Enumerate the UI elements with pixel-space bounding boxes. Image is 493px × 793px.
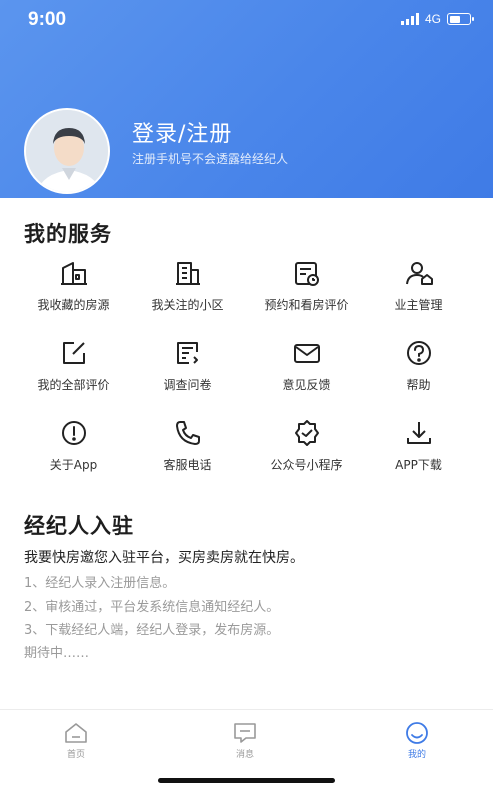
avatar[interactable] [24, 108, 110, 194]
building-icon [175, 262, 200, 285]
service-label: APP下载 [395, 458, 442, 472]
service-label: 客服电话 [163, 458, 212, 472]
home-indicator [158, 778, 335, 783]
agent-title: 经纪人入驻 [24, 514, 134, 538]
agent-step: 1、经纪人录入注册信息。 [24, 576, 176, 591]
service-appointments[interactable]: 预约和看房评价 [245, 258, 368, 336]
service-about-app[interactable]: 关于App [12, 418, 135, 496]
badge-icon [294, 420, 319, 446]
service-feedback[interactable]: 意见反馈 [245, 338, 368, 416]
profile-header: 9:00 4G 登录/注册 注册手机号不会透露给经纪人 [0, 0, 493, 198]
service-label: 我收藏的房源 [37, 298, 110, 312]
agent-step: 2、审核通过，平台发系统信息通知经纪人。 [24, 600, 280, 615]
status-bar: 9:00 4G [0, 0, 493, 40]
service-customer-phone[interactable]: 客服电话 [126, 418, 249, 496]
service-label: 预约和看房评价 [264, 298, 349, 312]
service-app-download[interactable]: APP下载 [357, 418, 480, 496]
tab-label: 消息 [235, 750, 254, 760]
info-icon [61, 421, 86, 445]
service-label: 我关注的小区 [151, 298, 224, 312]
tab-label: 我的 [407, 750, 426, 760]
network-type: 4G [424, 12, 441, 26]
help-icon [406, 341, 431, 365]
profile-icon [406, 722, 428, 744]
agent-step: 期待中…… [24, 646, 90, 661]
service-label: 公众号小程序 [270, 458, 343, 472]
service-help[interactable]: 帮助 [357, 338, 480, 416]
service-mini-program[interactable]: 公众号小程序 [245, 418, 368, 496]
service-label: 我的全部评价 [37, 378, 110, 392]
service-label: 业主管理 [394, 298, 443, 312]
house-icon [60, 262, 87, 285]
mail-icon [293, 344, 320, 363]
survey-icon [176, 342, 198, 364]
service-survey[interactable]: 调查问卷 [126, 338, 249, 416]
download-icon [406, 422, 431, 444]
phone-icon [175, 421, 200, 445]
status-indicators: 4G [400, 12, 474, 26]
signal-icon [400, 13, 419, 25]
status-time: 9:00 [28, 9, 67, 30]
service-label: 关于App [49, 458, 98, 472]
service-favorite-listings[interactable]: 我收藏的房源 [12, 258, 135, 336]
tab-messages[interactable]: 消息 [215, 720, 275, 760]
login-hint: 注册手机号不会透露给经纪人 [132, 152, 289, 166]
login-register-link[interactable]: 登录/注册 [132, 116, 232, 148]
agent-step: 3、下载经纪人端，经纪人登录，发布房源。 [24, 623, 280, 638]
tab-profile[interactable]: 我的 [387, 720, 447, 760]
battery-icon [447, 13, 474, 25]
avatar-person-icon [26, 110, 108, 192]
service-label: 调查问卷 [163, 378, 212, 392]
calendar-icon [294, 262, 319, 286]
service-followed-communities[interactable]: 我关注的小区 [126, 258, 249, 336]
tab-label: 首页 [66, 750, 85, 760]
message-icon [234, 723, 256, 743]
owner-icon [405, 262, 433, 285]
home-icon [65, 723, 87, 743]
service-label: 意见反馈 [282, 378, 331, 392]
tab-home[interactable]: 首页 [46, 720, 106, 760]
service-label: 帮助 [406, 378, 431, 392]
edit-icon [62, 342, 85, 364]
services-title: 我的服务 [24, 222, 112, 246]
service-my-reviews[interactable]: 我的全部评价 [12, 338, 135, 416]
agent-intro: 我要快房邀您入驻平台，买房卖房就在快房。 [24, 550, 304, 566]
service-owner-management[interactable]: 业主管理 [357, 258, 480, 336]
